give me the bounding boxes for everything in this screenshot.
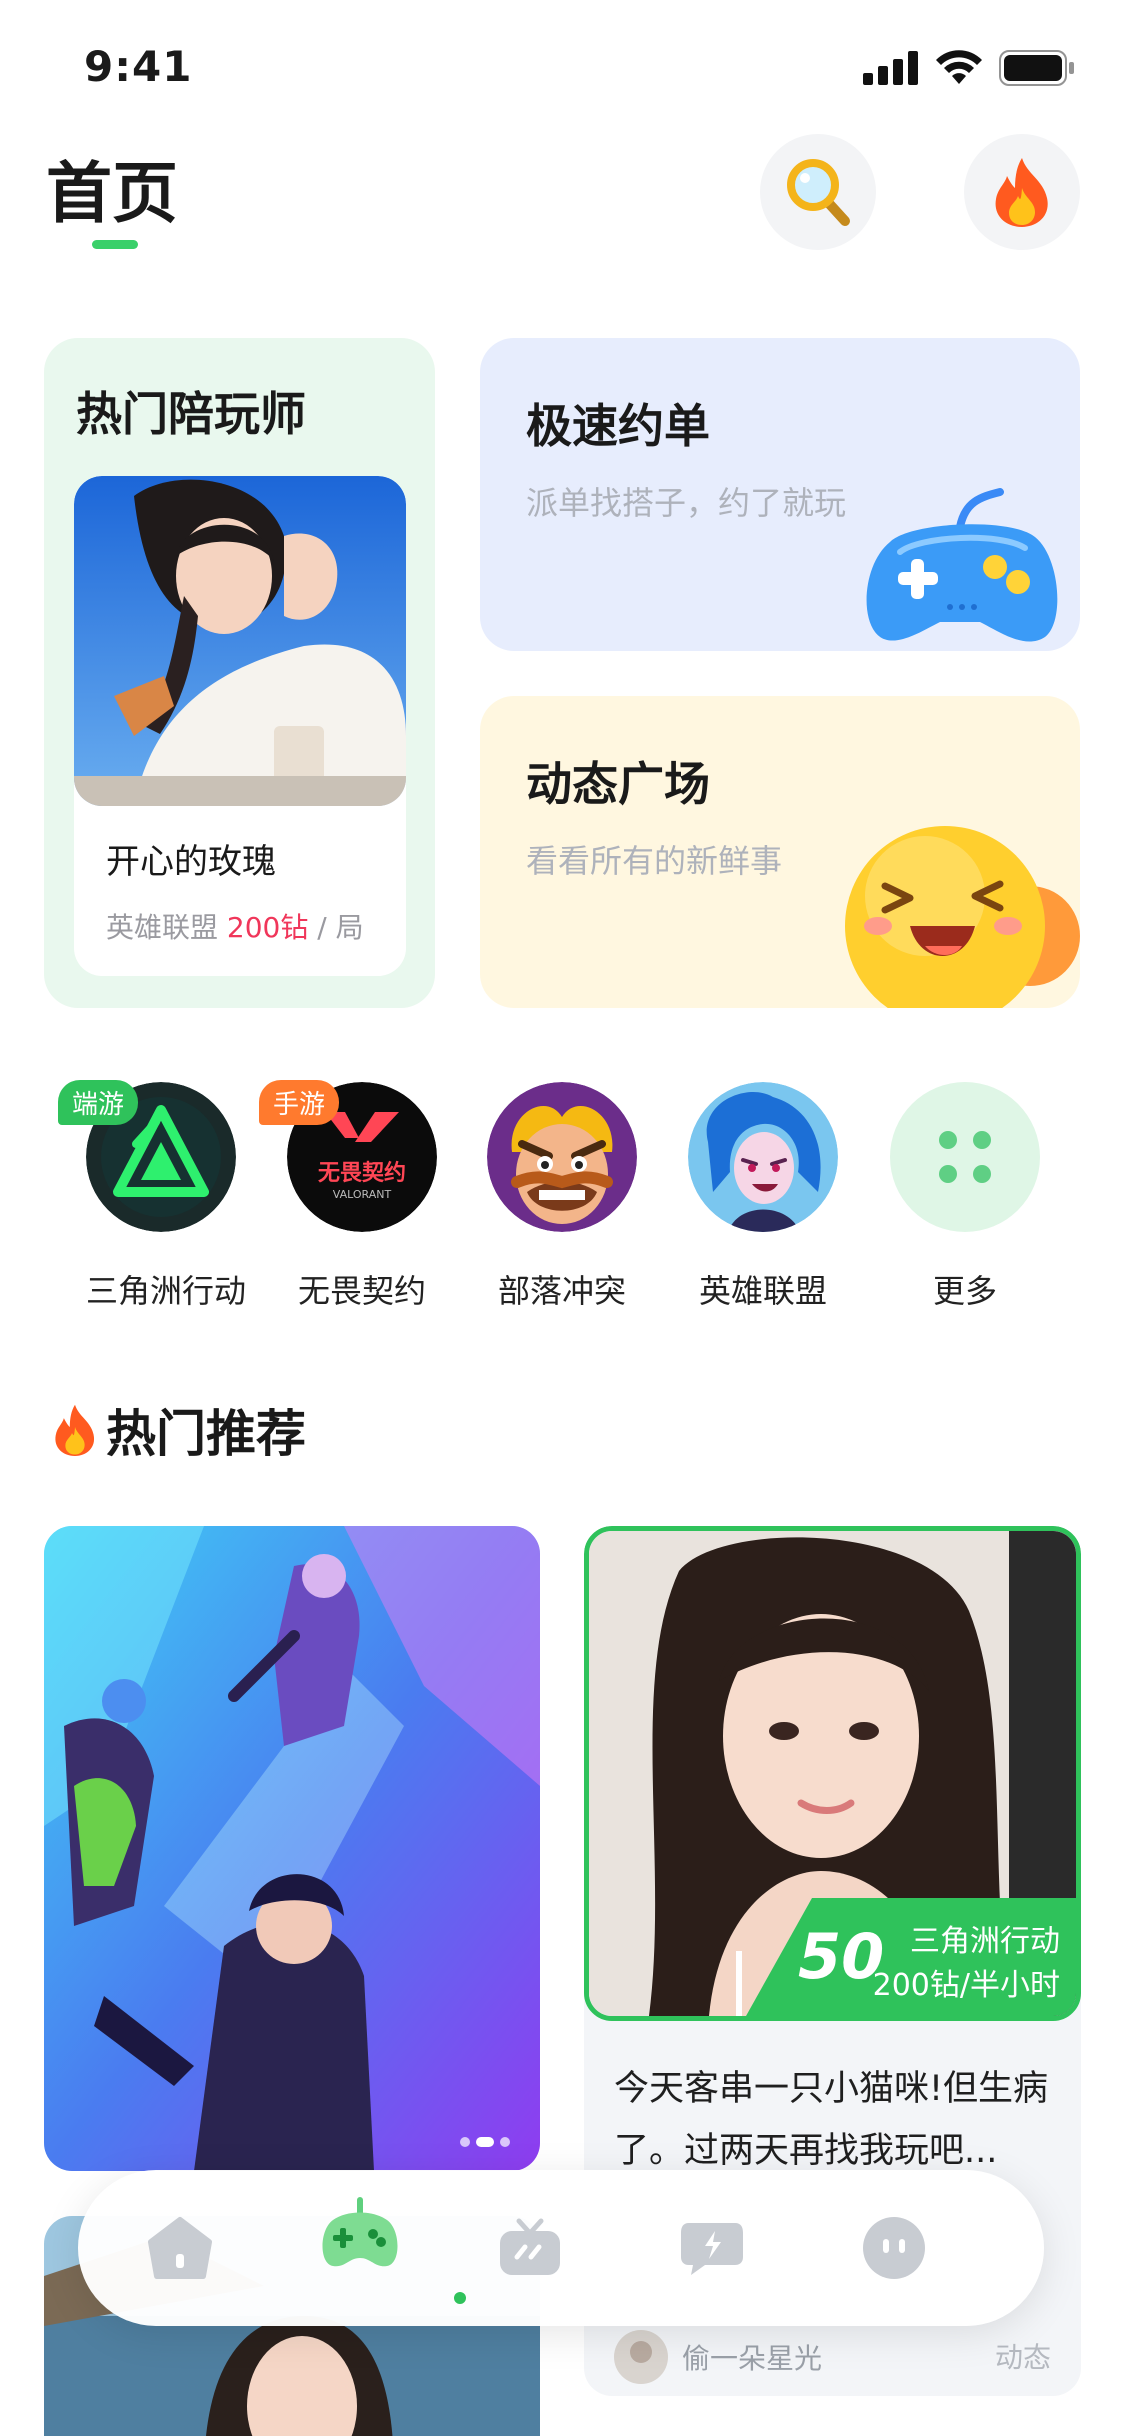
game-label: 三角洲行动 (86, 1272, 247, 1310)
league-of-legends-icon (688, 1082, 838, 1232)
tab-bar (78, 2170, 1044, 2326)
search-button[interactable] (760, 134, 876, 250)
status-time: 9:41 (84, 42, 193, 91)
game-item-lol[interactable]: 英雄联盟 (688, 1082, 838, 1312)
title-underline (92, 240, 138, 249)
section-title: 热门推荐 (52, 1394, 306, 1466)
recommend-user[interactable]: 偷一朵星光 (614, 2330, 822, 2384)
avatar (614, 2330, 668, 2384)
price-game: 三角洲行动 (910, 1924, 1060, 1959)
profile-icon (863, 2217, 925, 2279)
game-item-valorant[interactable]: 手游 无畏契约 VALORANT 无畏契约 (259, 1080, 437, 1312)
fast-order-title: 极速约单 (526, 399, 710, 453)
svg-text:无畏契约: 无畏契约 (318, 1160, 406, 1186)
game-label: 部落冲突 (497, 1272, 626, 1310)
companion-photo[interactable] (74, 476, 406, 806)
tab-games[interactable] (310, 2184, 410, 2284)
carousel-dots (460, 2137, 510, 2147)
game-tag-mobile: 手游 (259, 1080, 340, 1125)
search-icon (787, 159, 850, 226)
game-label: 更多 (932, 1272, 997, 1310)
recommend-photo[interactable]: 50 三角洲行动 200钻/半小时 (584, 1526, 1081, 2021)
game-item-more[interactable]: 更多 (890, 1082, 1040, 1312)
companion-price: 200钻 (226, 911, 309, 944)
chat-flash-icon (681, 2223, 743, 2275)
companion-game: 英雄联盟 (106, 911, 219, 944)
game-tag-pc: 端游 (58, 1080, 139, 1125)
price-number: 50 (798, 1920, 885, 1993)
price-rate: 200钻/半小时 (872, 1968, 1060, 2003)
companion-meta: 英雄联盟 200钻 / 局 (106, 906, 364, 946)
user-name: 偷一朵星光 (682, 2342, 823, 2375)
companion-profile[interactable]: 开心的玫瑰 英雄联盟 200钻 / 局 (74, 476, 406, 976)
feed-card-game-art[interactable] (44, 1526, 540, 2171)
more-games-icon (890, 1082, 1040, 1232)
fire-icon (995, 158, 1048, 227)
gamepad-icon (866, 488, 1058, 642)
laughing-emoji-icon (845, 826, 1080, 1008)
battery-icon (999, 50, 1074, 86)
gamepad-icon (322, 2197, 398, 2267)
tab-live[interactable] (480, 2198, 580, 2298)
tab-messages[interactable] (662, 2198, 762, 2298)
active-tab-indicator (454, 2292, 466, 2304)
hot-companion-card[interactable]: 热门陪玩师 开心的玫瑰 英雄联盟 200钻 / 局 (44, 338, 435, 1008)
companion-name: 开心的玫瑰 (106, 842, 276, 882)
home-icon (148, 2217, 212, 2279)
wifi-icon (936, 50, 982, 84)
price-separator: / (317, 911, 327, 944)
section-title-text: 热门推荐 (106, 1405, 306, 1463)
fast-order-subtitle: 派单找搭子，约了就玩 (526, 484, 847, 522)
signal-icon (863, 51, 918, 85)
fast-order-card[interactable]: 极速约单 派单找搭子，约了就玩 (480, 338, 1080, 651)
fire-icon (55, 1404, 95, 1456)
tv-icon (500, 2218, 560, 2275)
game-item-delta-force[interactable]: 端游 三角洲行动 (58, 1080, 247, 1312)
game-label: 英雄联盟 (698, 1272, 827, 1310)
feed-square-card[interactable]: 动态广场 看看所有的新鲜事 (480, 696, 1080, 1008)
game-item-clash-of-clans[interactable]: 部落冲突 (487, 1082, 637, 1312)
recommend-text: 今天客串一只小猫咪!但生病了。过两天再找我玩吧... (614, 2069, 1049, 2171)
game-label: 无畏契约 (297, 1272, 426, 1310)
price-unit: 局 (335, 911, 364, 944)
hot-button[interactable] (964, 134, 1080, 250)
svg-text:VALORANT: VALORANT (333, 1188, 392, 1201)
feed-square-title: 动态广场 (526, 757, 710, 811)
post-type-tag: 动态 (994, 2341, 1051, 2374)
clash-of-clans-icon (487, 1082, 637, 1232)
status-icons (863, 50, 1075, 86)
tab-profile[interactable] (844, 2198, 944, 2298)
page-title: 首页 (46, 155, 178, 232)
hot-companion-title: 热门陪玩师 (76, 387, 306, 441)
feed-square-subtitle: 看看所有的新鲜事 (526, 842, 783, 880)
tab-home[interactable] (130, 2198, 230, 2298)
